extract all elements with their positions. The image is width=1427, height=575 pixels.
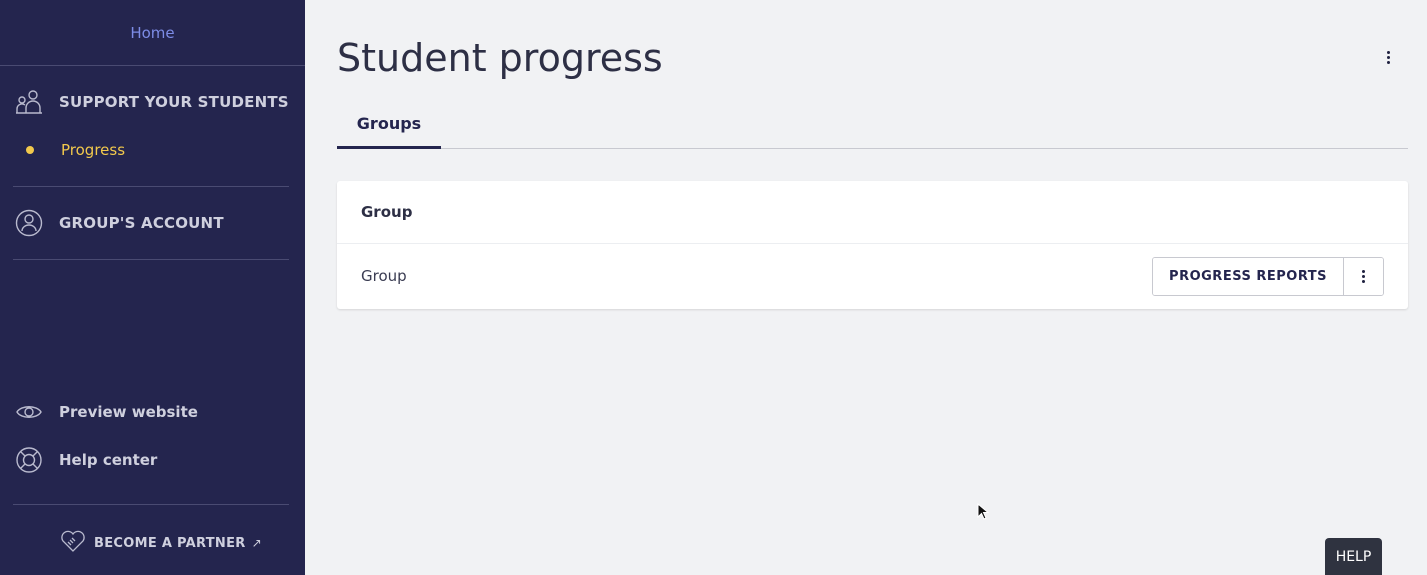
help-button[interactable]: HELP bbox=[1325, 538, 1382, 575]
group-name: Group bbox=[361, 267, 407, 285]
sidebar-item-preview-label: Preview website bbox=[59, 403, 198, 421]
sidebar-item-account-label: GROUP'S ACCOUNT bbox=[59, 214, 224, 232]
tab-groups[interactable]: Groups bbox=[337, 100, 441, 149]
table-row: Group PROGRESS REPORTS bbox=[337, 244, 1408, 308]
sidebar-item-help-label: Help center bbox=[59, 451, 158, 469]
sidebar-item-progress[interactable]: Progress bbox=[26, 141, 125, 159]
sidebar: Home SUPPORT YOUR STUDENTS Progress GROU… bbox=[0, 0, 305, 575]
heart-handshake-icon bbox=[60, 528, 86, 558]
sidebar-item-groups-account[interactable]: GROUP'S ACCOUNT bbox=[15, 209, 224, 237]
table-header: Group bbox=[337, 181, 1408, 244]
sidebar-divider bbox=[13, 259, 289, 260]
main-content: Student progress Groups Group Group PROG… bbox=[305, 0, 1427, 575]
progress-reports-button[interactable]: PROGRESS REPORTS bbox=[1153, 258, 1344, 295]
row-actions: PROGRESS REPORTS bbox=[1152, 257, 1384, 296]
sidebar-item-help-center[interactable]: Help center bbox=[15, 446, 157, 474]
sidebar-item-support-label: SUPPORT YOUR STUDENTS bbox=[59, 93, 289, 111]
page-title: Student progress bbox=[337, 36, 663, 80]
become-partner-label: BECOME A PARTNER bbox=[94, 535, 246, 551]
row-more-icon[interactable] bbox=[1344, 258, 1383, 295]
home-link[interactable]: Home bbox=[0, 24, 305, 42]
page-more-icon[interactable] bbox=[1379, 46, 1397, 68]
active-dot bbox=[26, 146, 34, 154]
external-link-icon: ↗ bbox=[251, 536, 262, 550]
sidebar-item-support-students[interactable]: SUPPORT YOUR STUDENTS bbox=[15, 88, 289, 116]
become-partner-link[interactable]: BECOME A PARTNER ↗ bbox=[60, 528, 262, 558]
mouse-cursor-icon bbox=[977, 502, 990, 525]
sidebar-divider bbox=[0, 65, 305, 66]
sidebar-item-progress-label: Progress bbox=[61, 141, 126, 159]
sidebar-divider bbox=[13, 186, 289, 187]
tab-bar: Groups bbox=[337, 100, 1408, 149]
groups-table: Group Group PROGRESS REPORTS bbox=[337, 181, 1408, 309]
lifebuoy-icon bbox=[15, 446, 43, 474]
user-circle-icon bbox=[15, 209, 43, 237]
eye-icon bbox=[15, 398, 43, 426]
sidebar-divider bbox=[13, 504, 289, 505]
students-icon bbox=[15, 88, 43, 116]
sidebar-item-preview-website[interactable]: Preview website bbox=[15, 398, 198, 426]
